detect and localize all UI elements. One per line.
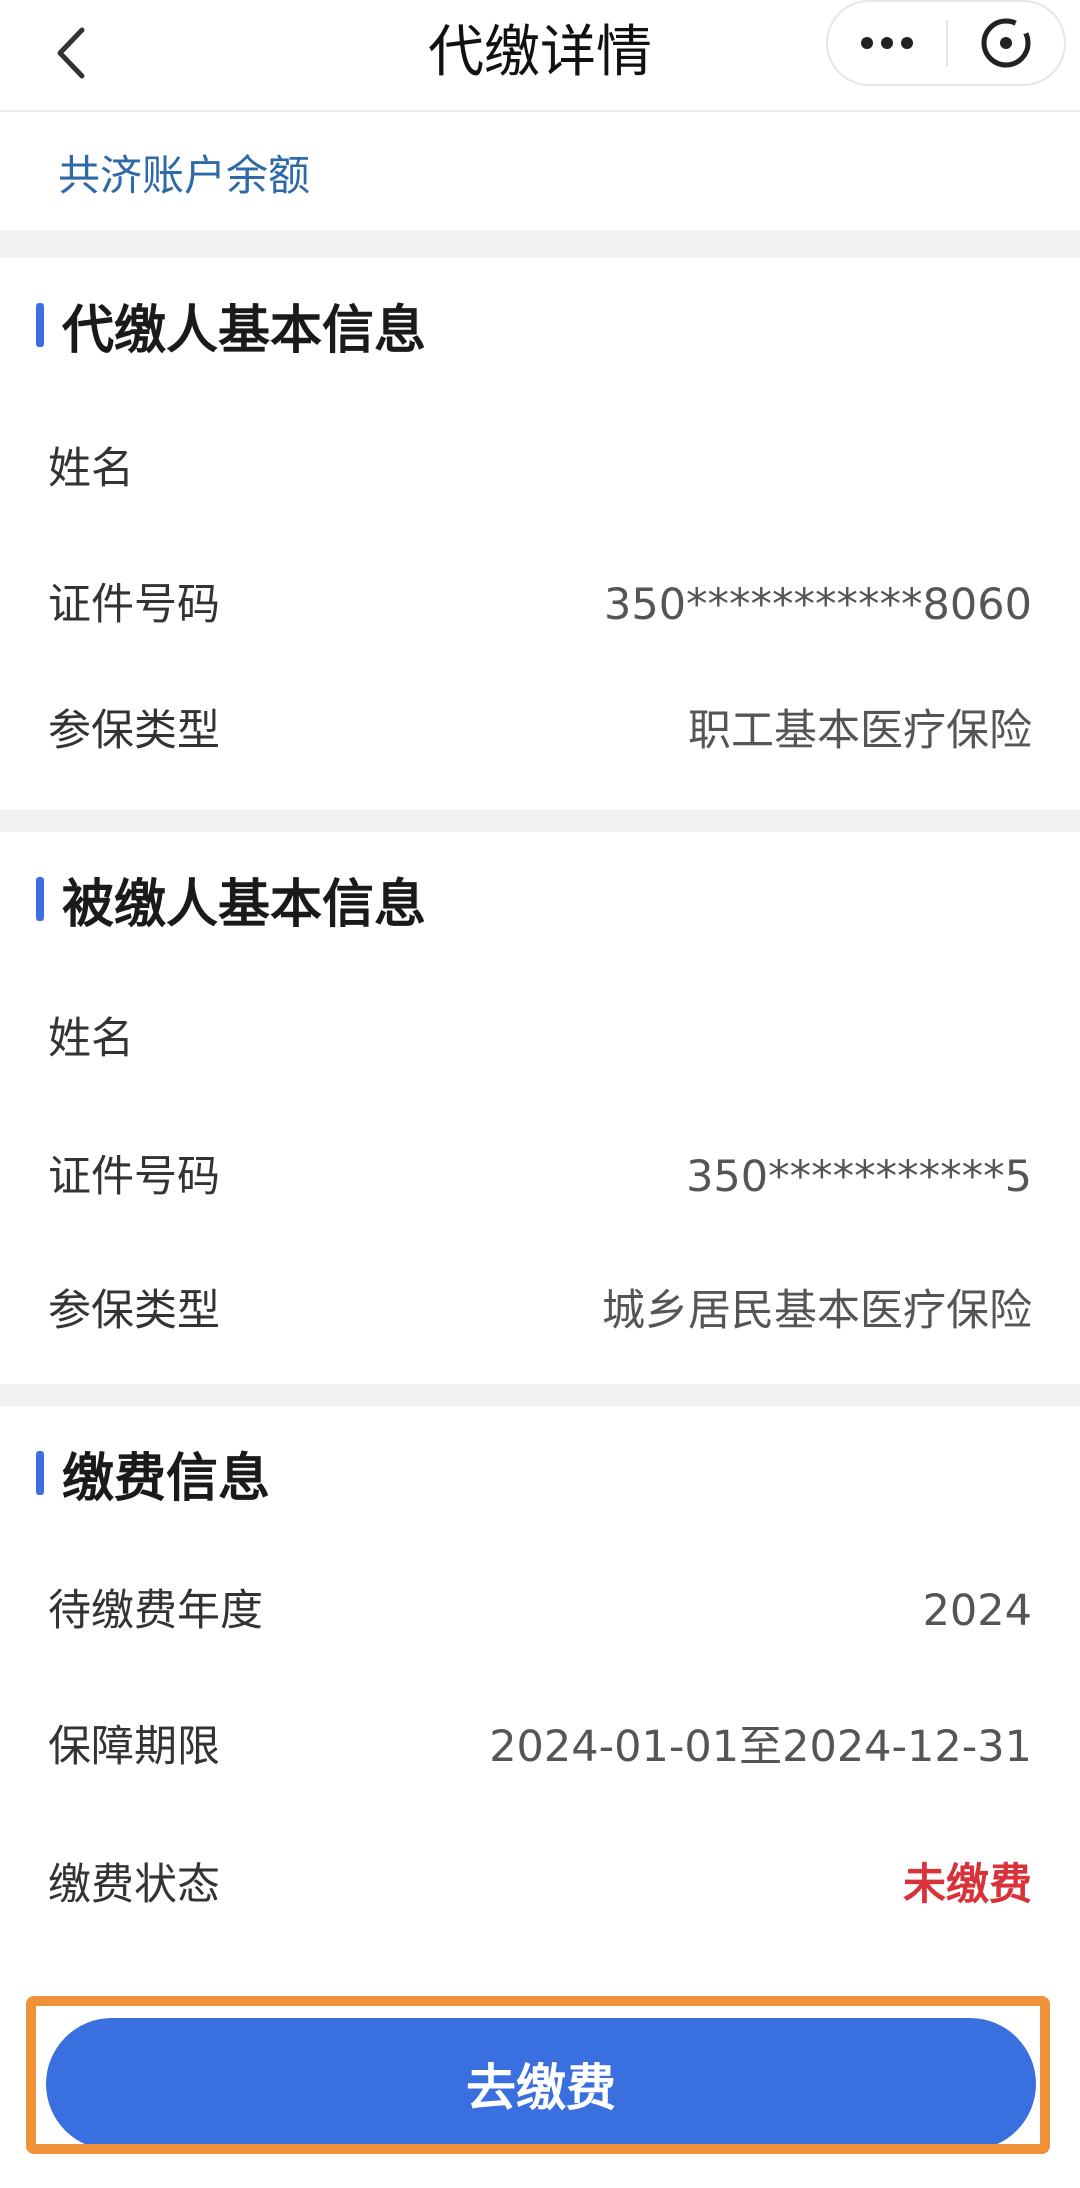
row-value: 350***********5 bbox=[686, 1152, 1032, 1202]
section-accent-bar bbox=[36, 877, 44, 921]
row-label: 缴费状态 bbox=[48, 1860, 220, 1910]
row-label: 参保类型 bbox=[48, 706, 220, 756]
payer-info-card: 代缴人基本信息 姓名 证件号码 350***********8060 参保类型 … bbox=[0, 258, 1080, 810]
close-button[interactable] bbox=[948, 2, 1064, 84]
section-accent-bar bbox=[36, 303, 44, 347]
section-title: 被缴人基本信息 bbox=[62, 874, 427, 935]
row-value: 城乡居民基本医疗保险 bbox=[602, 1286, 1032, 1336]
row-label: 姓名 bbox=[48, 1014, 134, 1064]
insured-info-card: 被缴人基本信息 姓名 证件号码 350***********5 参保类型 城乡居… bbox=[0, 832, 1080, 1384]
more-dots-icon bbox=[861, 37, 913, 49]
status-badge: 未缴费 bbox=[903, 1860, 1032, 1910]
insured-id-row: 证件号码 350***********5 bbox=[0, 1132, 1080, 1222]
section-title: 缴费信息 bbox=[62, 1448, 271, 1509]
close-circle-icon bbox=[981, 18, 1031, 68]
row-value: 350***********8060 bbox=[603, 580, 1032, 630]
row-value: 职工基本医疗保险 bbox=[688, 706, 1032, 756]
row-label: 参保类型 bbox=[48, 1286, 220, 1336]
more-button[interactable] bbox=[828, 2, 946, 84]
payment-year-row: 待缴费年度 2024 bbox=[0, 1566, 1080, 1656]
balance-label: 共济账户余额 bbox=[58, 151, 311, 200]
section-header: 代缴人基本信息 bbox=[0, 280, 426, 370]
section-header: 被缴人基本信息 bbox=[0, 854, 426, 944]
row-label: 待缴费年度 bbox=[48, 1586, 263, 1636]
row-label: 证件号码 bbox=[48, 580, 220, 630]
payment-info-card: 缴费信息 待缴费年度 2024 保障期限 2024-01-01至2024-12-… bbox=[0, 1406, 1080, 1966]
payer-id-row: 证件号码 350***********8060 bbox=[0, 560, 1080, 650]
payment-status-row: 缴费状态 未缴费 bbox=[0, 1840, 1080, 1930]
row-label: 保障期限 bbox=[48, 1722, 220, 1772]
payer-insurance-type-row: 参保类型 职工基本医疗保险 bbox=[0, 686, 1080, 776]
bottom-action-bar: 去缴费 bbox=[0, 1966, 1080, 2188]
balance-row: 共济账户余额 bbox=[0, 112, 1080, 230]
row-label: 证件号码 bbox=[48, 1152, 220, 1202]
row-value: 2024-01-01至2024-12-31 bbox=[489, 1722, 1032, 1772]
section-title: 代缴人基本信息 bbox=[62, 300, 427, 361]
row-value: 2024 bbox=[922, 1586, 1032, 1636]
section-header: 缴费信息 bbox=[0, 1428, 270, 1518]
insured-name-row: 姓名 bbox=[0, 994, 1080, 1084]
pay-button[interactable]: 去缴费 bbox=[46, 2018, 1036, 2150]
payer-name-row: 姓名 bbox=[0, 424, 1080, 514]
section-accent-bar bbox=[36, 1451, 44, 1495]
insured-insurance-type-row: 参保类型 城乡居民基本医疗保险 bbox=[0, 1266, 1080, 1356]
coverage-period-row: 保障期限 2024-01-01至2024-12-31 bbox=[0, 1702, 1080, 1792]
nav-bar: 代缴详情 bbox=[0, 0, 1080, 112]
mini-program-capsule bbox=[826, 0, 1066, 86]
row-label: 姓名 bbox=[48, 444, 134, 494]
